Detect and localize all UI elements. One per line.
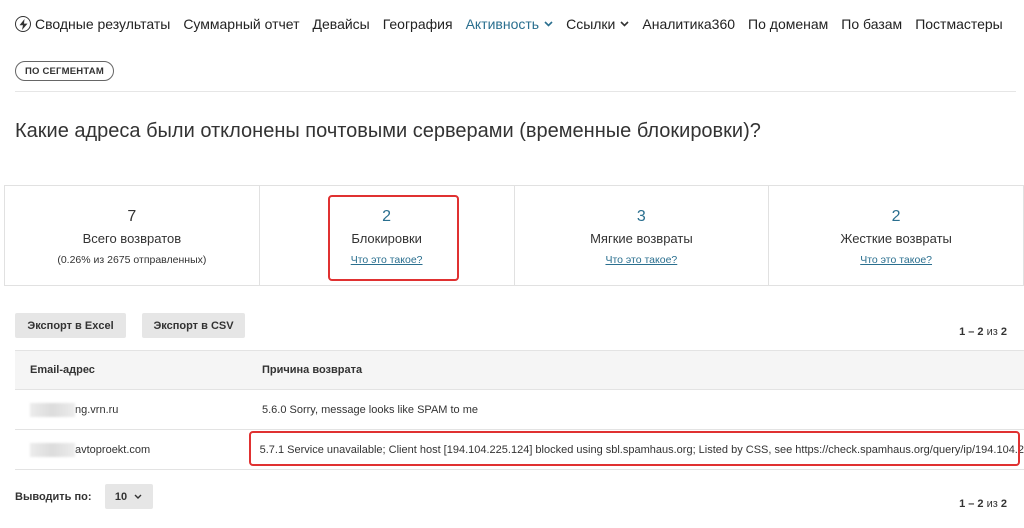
stats-panel: 7 Всего возвратов (0.26% из 2675 отправл… [4,185,1024,286]
per-page-value: 10 [114,490,128,503]
what-is-this-link[interactable]: Что это такое? [860,254,932,266]
nav-item-by-bases[interactable]: По базам [841,16,902,32]
what-is-this-link[interactable]: Что это такое? [605,254,677,266]
table-header: Email-адрес Причина возврата [15,350,1024,390]
pagination-total: 2 [1000,326,1007,338]
email-domain: ng.vrn.ru [75,403,119,416]
pagination-of: из [986,326,998,338]
nav-item-geography[interactable]: География [383,16,453,32]
nav-item-links[interactable]: Ссылки [566,16,629,32]
email-cell: ng.vrn.ru [15,402,247,417]
stat-value[interactable]: 2 [382,208,391,226]
stat-subtext: (0.26% из 2675 отправленных) [57,254,207,266]
per-page-select[interactable]: 10 [104,484,153,509]
reason-cell: 5.6.0 Sorry, message looks like SPAM to … [262,403,479,416]
top-navigation: Сводные результаты Суммарный отчет Девай… [15,16,1016,32]
export-csv-button[interactable]: Экспорт в CSV [142,313,245,338]
nav-item-label: Девайсы [312,16,370,32]
reason-cell: 5.7.1 Service unavailable; Client host [… [259,443,1024,456]
nav-item-label: География [382,16,453,32]
pagination-info-bottom: 1 – 2 из 2 [959,498,1007,510]
nav-item-activity[interactable]: Активность [466,16,554,32]
nav-item-label: Сводные результаты [35,16,171,32]
nav-item-label: Аналитика360 [642,16,736,32]
email-cell: avtoproekt.com [15,442,245,457]
segment-button[interactable]: ПО СЕГМЕНТАМ [15,61,114,81]
nav-item-label: Активность [465,16,540,32]
stat-label: Жесткие возвраты [840,231,952,246]
stat-value: 7 [127,208,137,225]
nav-item-total-report[interactable]: Суммарный отчет [183,16,299,32]
column-header-email[interactable]: Email-адрес [15,364,247,376]
per-page-control: Выводить по: 10 [15,484,153,509]
pagination-info: 1 – 2 из 2 [959,326,1007,338]
nav-item-label: По доменам [748,16,829,32]
bounces-table: Email-адрес Причина возврата ng.vrn.ru 5… [15,350,1024,470]
nav-item-postmasters[interactable]: Постмастеры [915,16,1003,32]
stat-hard-bounces: 2 Жесткие возвраты Что это такое? [769,186,1023,285]
page-title: Какие адреса были отклонены почтовыми се… [15,120,761,142]
redacted-email-prefix [30,402,75,417]
pagination-total: 2 [1000,498,1007,510]
redacted-email-prefix [30,442,75,457]
per-page-label: Выводить по: [15,490,92,503]
nav-item-label: Ссылки [566,16,616,32]
nav-item-devices[interactable]: Девайсы [313,16,370,32]
nav-item-summary-results[interactable]: Сводные результаты [15,16,170,32]
stat-soft-bounces: 3 Мягкие возвраты Что это такое? [515,186,770,285]
chevron-down-icon [544,19,553,29]
nav-item-by-domains[interactable]: По доменам [748,16,828,32]
nav-item-label: Постмастеры [915,16,1003,32]
column-header-reason[interactable]: Причина возврата [247,364,362,376]
chevron-down-icon [620,19,629,29]
stat-label: Всего возвратов [82,231,182,246]
nav-item-analytics360[interactable]: Аналитика360 [642,16,735,32]
divider [15,91,1016,92]
pagination-of: из [986,498,998,510]
lightning-icon [15,16,31,32]
table-row: ng.vrn.ru 5.6.0 Sorry, message looks lik… [15,390,1024,430]
table-row: avtoproekt.com 5.7.1 Service unavailable… [15,430,1024,470]
what-is-this-link[interactable]: Что это такое? [351,254,423,266]
email-domain: avtoproekt.com [75,443,151,456]
nav-item-label: Суммарный отчет [183,16,300,32]
stat-total-bounces: 7 Всего возвратов (0.26% из 2675 отправл… [5,186,260,285]
nav-item-label: По базам [841,16,903,32]
stat-label: Мягкие возвраты [590,231,693,246]
stat-value[interactable]: 3 [637,208,646,226]
chevron-down-icon [134,492,142,501]
pagination-range: 1 – 2 [959,498,984,510]
pagination-range: 1 – 2 [959,326,984,338]
stat-value[interactable]: 2 [892,208,901,226]
export-excel-button[interactable]: Экспорт в Excel [15,313,126,338]
stat-blocks: 2 Блокировки Что это такое? [260,186,515,285]
stat-label: Блокировки [351,231,422,246]
